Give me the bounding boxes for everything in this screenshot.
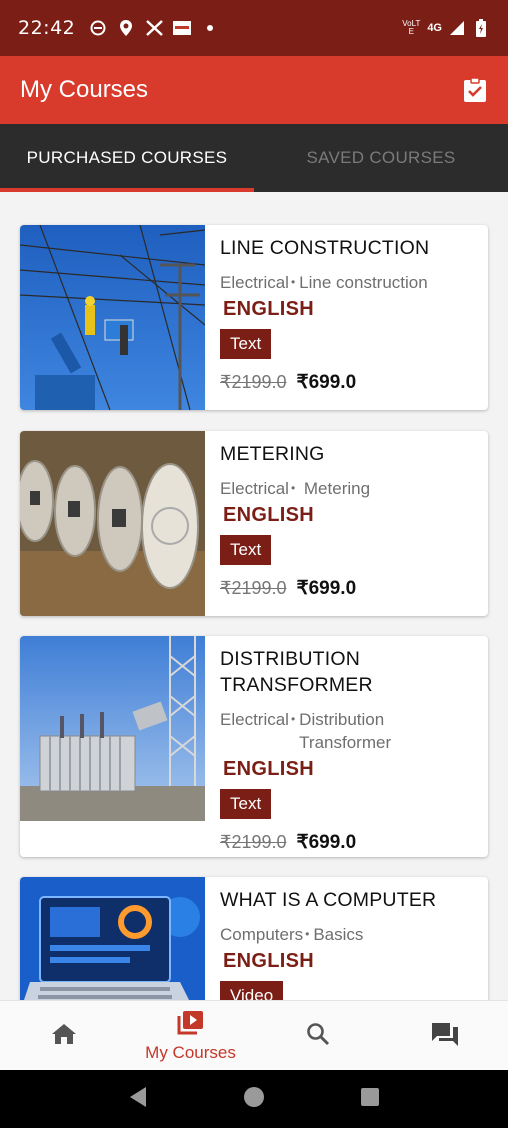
- home-icon: [51, 1022, 77, 1051]
- course-subcategory: Metering: [299, 479, 371, 498]
- original-price: ₹2199.0: [220, 832, 287, 852]
- clipboard-check-icon[interactable]: [462, 77, 488, 103]
- nav-my-courses[interactable]: My Courses: [127, 1001, 254, 1071]
- location-icon: [117, 19, 135, 37]
- course-format-badge: Text: [220, 329, 272, 359]
- status-time: 22:42: [18, 17, 76, 39]
- page-title: My Courses: [20, 76, 149, 103]
- course-tabs: PURCHASED COURSES SAVED COURSES: [0, 124, 508, 192]
- course-subcategory: Basics: [313, 925, 364, 944]
- separator-dot: •: [305, 927, 310, 941]
- course-format-badge: Video: [220, 981, 284, 1000]
- video-library-icon: [177, 1010, 205, 1041]
- course-list: LINE CONSTRUCTION Electrical • Line cons…: [0, 192, 508, 1000]
- course-subcategory: Line construction: [299, 273, 428, 292]
- recents-icon[interactable]: [360, 1087, 380, 1112]
- course-card[interactable]: METERING Electrical • Metering ENGLISH T…: [20, 431, 488, 616]
- course-format-badge: Text: [220, 535, 272, 565]
- course-category: Electrical: [220, 710, 289, 729]
- network-type: 4G: [427, 22, 442, 34]
- course-title: LINE CONSTRUCTION: [220, 237, 430, 259]
- course-price-row: ₹2199.0 ₹699.0: [220, 577, 488, 600]
- course-title: METERING: [220, 443, 325, 465]
- back-icon[interactable]: [128, 1086, 148, 1113]
- tab-purchased-courses[interactable]: PURCHASED COURSES: [0, 124, 254, 192]
- battery-icon: [472, 19, 490, 37]
- tab-label: SAVED COURSES: [306, 148, 456, 167]
- status-bar: 22:42 VoLTE 4G: [0, 0, 508, 56]
- course-card[interactable]: DISTRIBUTION TRANSFORMER Electrical • Di…: [20, 636, 488, 857]
- nav-label: My Courses: [145, 1042, 236, 1062]
- discounted-price: ₹699.0: [296, 578, 357, 599]
- separator-dot: •: [290, 712, 296, 726]
- bottom-navigation: My Courses: [0, 1000, 508, 1070]
- course-title: DISTRIBUTION TRANSFORMER: [220, 648, 373, 696]
- tab-label: PURCHASED COURSES: [26, 148, 228, 167]
- course-language: ENGLISH: [223, 950, 314, 972]
- course-card[interactable]: LINE CONSTRUCTION Electrical • Line cons…: [20, 225, 488, 410]
- x-icon: [145, 19, 163, 37]
- app-bar: My Courses: [0, 56, 508, 124]
- status-notification-icons: [89, 19, 219, 37]
- course-info: METERING Electrical • Metering ENGLISH T…: [205, 431, 488, 616]
- system-navigation-bar: [0, 1070, 508, 1128]
- course-category: Electrical: [220, 273, 289, 292]
- separator-dot: •: [290, 481, 296, 495]
- electric-meters-photo: [20, 431, 205, 616]
- nav-search[interactable]: [254, 1001, 381, 1071]
- transformer-substation-photo: [20, 636, 205, 821]
- nav-home[interactable]: [0, 1001, 127, 1071]
- dot-icon: [201, 19, 219, 37]
- course-category: Electrical: [220, 479, 289, 498]
- original-price: ₹2199.0: [220, 372, 287, 392]
- course-info: DISTRIBUTION TRANSFORMER Electrical • Di…: [205, 636, 488, 857]
- course-category: Computers: [220, 925, 304, 944]
- discounted-price: ₹699.0: [296, 832, 357, 853]
- home-circle-icon[interactable]: [243, 1086, 265, 1113]
- course-category-row: Computers • Basics: [220, 923, 488, 946]
- course-info: LINE CONSTRUCTION Electrical • Line cons…: [205, 225, 488, 410]
- course-category-row: Electrical • Line construction: [220, 271, 488, 294]
- course-subcategory: Distribution Transformer: [299, 710, 392, 752]
- search-icon: [306, 1022, 330, 1051]
- signal-icon: [448, 19, 466, 37]
- course-language: ENGLISH: [223, 298, 314, 320]
- course-card[interactable]: WHAT IS A COMPUTER Computers • Basics EN…: [20, 877, 488, 1000]
- course-info: WHAT IS A COMPUTER Computers • Basics EN…: [205, 877, 488, 1000]
- course-title: WHAT IS A COMPUTER: [220, 889, 437, 911]
- course-price-row: ₹2199.0 ₹699.0: [220, 371, 488, 394]
- app-notification-icon: [89, 19, 107, 37]
- tab-saved-courses[interactable]: SAVED COURSES: [254, 124, 508, 192]
- course-format-badge: Text: [220, 789, 272, 819]
- course-category-row: Electrical • Metering: [220, 477, 488, 500]
- course-language: ENGLISH: [223, 504, 314, 526]
- separator-dot: •: [290, 275, 296, 289]
- image-icon: [173, 19, 192, 37]
- laptop-illustration: [20, 877, 205, 1000]
- screen: 22:42 VoLTE 4G My Courses PURCHASED COUR…: [0, 0, 508, 1128]
- discounted-price: ₹699.0: [296, 372, 357, 393]
- course-language: ENGLISH: [223, 758, 314, 780]
- line-construction-photo: [20, 225, 205, 410]
- course-category-row: Electrical • Distribution Transformer: [220, 708, 488, 754]
- status-system-icons: VoLTE 4G: [401, 19, 490, 37]
- nav-forum[interactable]: [381, 1001, 508, 1071]
- forum-icon: [431, 1021, 459, 1052]
- volte-indicator: VoLTE: [402, 19, 421, 36]
- original-price: ₹2199.0: [220, 578, 287, 598]
- course-price-row: ₹2199.0 ₹699.0: [220, 831, 488, 854]
